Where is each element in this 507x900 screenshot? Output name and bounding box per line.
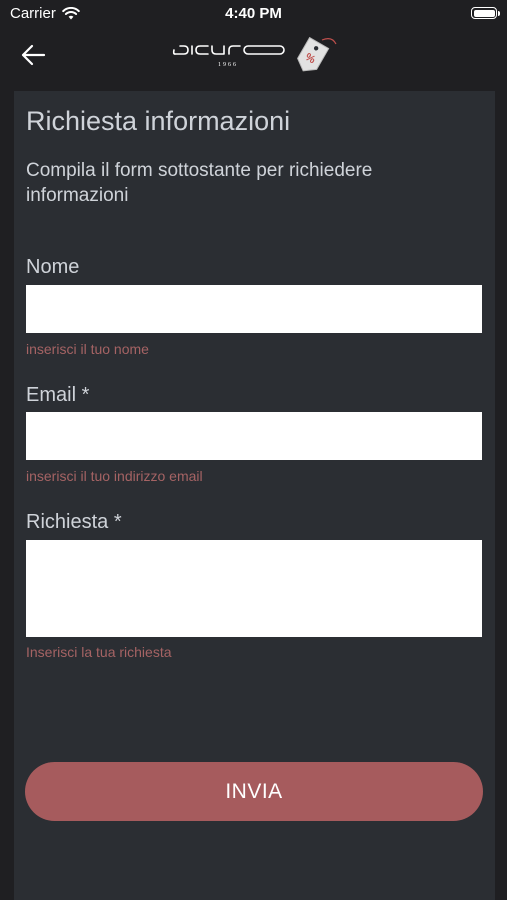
name-hint: inserisci il tuo nome xyxy=(26,341,149,357)
status-bar: Carrier 4:40 PM xyxy=(0,0,507,28)
request-field-label: Richiesta * xyxy=(26,511,122,533)
svg-text:1966: 1966 xyxy=(218,62,238,68)
back-button[interactable] xyxy=(16,38,50,72)
page-subtitle: Compila il form sottostante per richiede… xyxy=(26,160,373,206)
name-field-label: Nome xyxy=(26,256,80,278)
email-hint: inserisci il tuo indirizzo email xyxy=(26,468,203,484)
navigation-bar: 1966 % xyxy=(0,28,507,86)
request-textarea[interactable] xyxy=(26,540,482,637)
name-input[interactable] xyxy=(26,285,482,333)
email-field-label: Email * xyxy=(26,384,90,406)
submit-button[interactable]: INVIA xyxy=(25,762,483,821)
request-hint: Inserisci la tua richiesta xyxy=(26,644,172,660)
clock: 4:40 PM xyxy=(225,5,282,22)
page-title: Richiesta informazioni xyxy=(26,106,291,136)
email-input[interactable] xyxy=(26,412,482,460)
brand-logo: 1966 % xyxy=(172,34,342,78)
battery-icon xyxy=(471,7,500,19)
arrow-left-icon xyxy=(21,44,46,66)
